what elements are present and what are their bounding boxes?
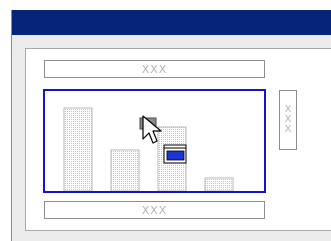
chart-bar xyxy=(63,107,93,191)
side-field-char: X xyxy=(284,124,292,135)
bottom-text-field[interactable]: XXX xyxy=(44,201,265,219)
arrow-cursor-with-drag-icon xyxy=(139,115,187,164)
chart-bar xyxy=(204,177,234,191)
side-text-field[interactable]: X X X xyxy=(279,90,297,150)
top-text-field[interactable]: XXX xyxy=(44,60,265,78)
chart-bar xyxy=(110,149,140,191)
title-bar[interactable] xyxy=(12,10,331,35)
